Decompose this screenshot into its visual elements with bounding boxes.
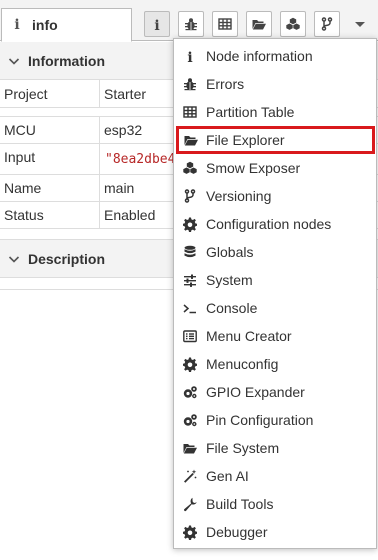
folder-open-icon [184, 135, 198, 145]
caret-down-icon [355, 22, 365, 27]
folder-open-icon [252, 19, 266, 29]
info-icon: i [14, 17, 20, 33]
row-value: Enabled [104, 207, 156, 223]
menu-item-menu-creator[interactable]: Menu Creator [174, 322, 376, 350]
menu-item-label: Menuconfig [206, 356, 279, 372]
menu-item-smow-exposer[interactable]: Smow Exposer [174, 154, 376, 182]
database-icon [184, 245, 196, 257]
magic-icon [184, 469, 197, 483]
gear-icon [183, 525, 197, 540]
file-explorer-button[interactable] [246, 11, 272, 37]
row-key: Project [0, 80, 100, 107]
menu-item-versioning[interactable]: Versioning [174, 182, 376, 210]
information-title: Information [28, 52, 105, 69]
menu-item-label: Node information [206, 48, 313, 64]
menu-item-gen-ai[interactable]: Gen AI [174, 462, 376, 490]
cubes-icon [183, 161, 197, 174]
bug-icon [185, 17, 197, 30]
bug-icon [184, 77, 196, 90]
menu-item-pin-configuration[interactable]: Pin Configuration [174, 406, 376, 434]
info-icon [154, 17, 160, 32]
menu-item-label: GPIO Expander [206, 384, 305, 400]
info-icon [187, 49, 193, 64]
menu-item-errors[interactable]: Errors [174, 70, 376, 98]
row-value: main [104, 180, 135, 196]
menu-item-system[interactable]: System [174, 266, 376, 294]
row-value: Starter [104, 85, 147, 102]
menu-item-label: File Explorer [206, 132, 285, 148]
menu-item-label: Build Tools [206, 496, 274, 512]
code-fork-icon [184, 188, 196, 203]
menu-item-label: Errors [206, 76, 245, 92]
tab-info[interactable]: i info [1, 8, 132, 42]
code-fork-icon [321, 16, 333, 31]
menu-item-file-explorer[interactable]: File Explorer [176, 126, 375, 154]
menu-item-label: Smow Exposer [206, 160, 301, 176]
gear-icon [183, 357, 197, 372]
menu-item-label: Console [206, 300, 258, 316]
menu-item-label: Globals [206, 244, 254, 260]
info-button[interactable] [144, 11, 170, 37]
table-icon [183, 105, 197, 118]
menu-item-globals[interactable]: Globals [174, 238, 376, 266]
menu-item-label: Versioning [206, 188, 272, 204]
gear-icon [183, 217, 197, 232]
gears-icon [183, 385, 197, 398]
more-menu-button[interactable] [352, 17, 368, 31]
versioning-button[interactable] [314, 11, 340, 37]
terminal-icon [183, 303, 197, 313]
folder-open-icon [183, 443, 197, 453]
gears-icon [183, 413, 197, 426]
cubes-icon [286, 17, 300, 30]
menu-item-console[interactable]: Console [174, 294, 376, 322]
row-key: Input [0, 144, 100, 174]
errors-button[interactable] [178, 11, 204, 37]
row-key: MCU [0, 117, 100, 143]
menu-item-configuration-nodes[interactable]: Configuration nodes [174, 210, 376, 238]
row-value: "8ea2dbe4 [105, 151, 176, 167]
sliders-icon [184, 274, 196, 287]
sidebar-dropdown-menu: Node information Errors Partition Table … [173, 38, 377, 549]
menu-item-label: Partition Table [206, 104, 295, 120]
wrench-icon [184, 497, 197, 511]
menu-item-label: Gen AI [206, 468, 249, 484]
table-icon [218, 17, 232, 30]
menu-item-label: Debugger [206, 524, 268, 540]
menu-item-label: System [206, 272, 253, 288]
menu-item-label: Configuration nodes [206, 216, 332, 232]
menu-item-debugger[interactable]: Debugger [174, 518, 376, 546]
chevron-down-icon [8, 255, 20, 262]
partition-table-button[interactable] [212, 11, 238, 37]
menu-item-partition-table[interactable]: Partition Table [174, 98, 376, 126]
sidebar-tab-bar: i info [0, 5, 378, 42]
menu-item-label: Menu Creator [206, 328, 292, 344]
description-title: Description [28, 250, 106, 267]
menu-item-menuconfig[interactable]: Menuconfig [174, 350, 376, 378]
tab-info-label: info [32, 17, 58, 33]
menu-item-build-tools[interactable]: Build Tools [174, 490, 376, 518]
menu-item-gpio-expander[interactable]: GPIO Expander [174, 378, 376, 406]
row-value: esp32 [104, 122, 143, 138]
smow-exposer-button[interactable] [280, 11, 306, 37]
list-alt-icon [183, 329, 197, 342]
row-key: Name [0, 175, 100, 201]
menu-item-file-system[interactable]: File System [174, 434, 376, 462]
menu-item-label: File System [206, 440, 280, 456]
row-key: Status [0, 202, 100, 228]
menu-item-label: Pin Configuration [206, 412, 314, 428]
chevron-down-icon [8, 57, 20, 64]
menu-item-node-information[interactable]: Node information [174, 42, 376, 70]
